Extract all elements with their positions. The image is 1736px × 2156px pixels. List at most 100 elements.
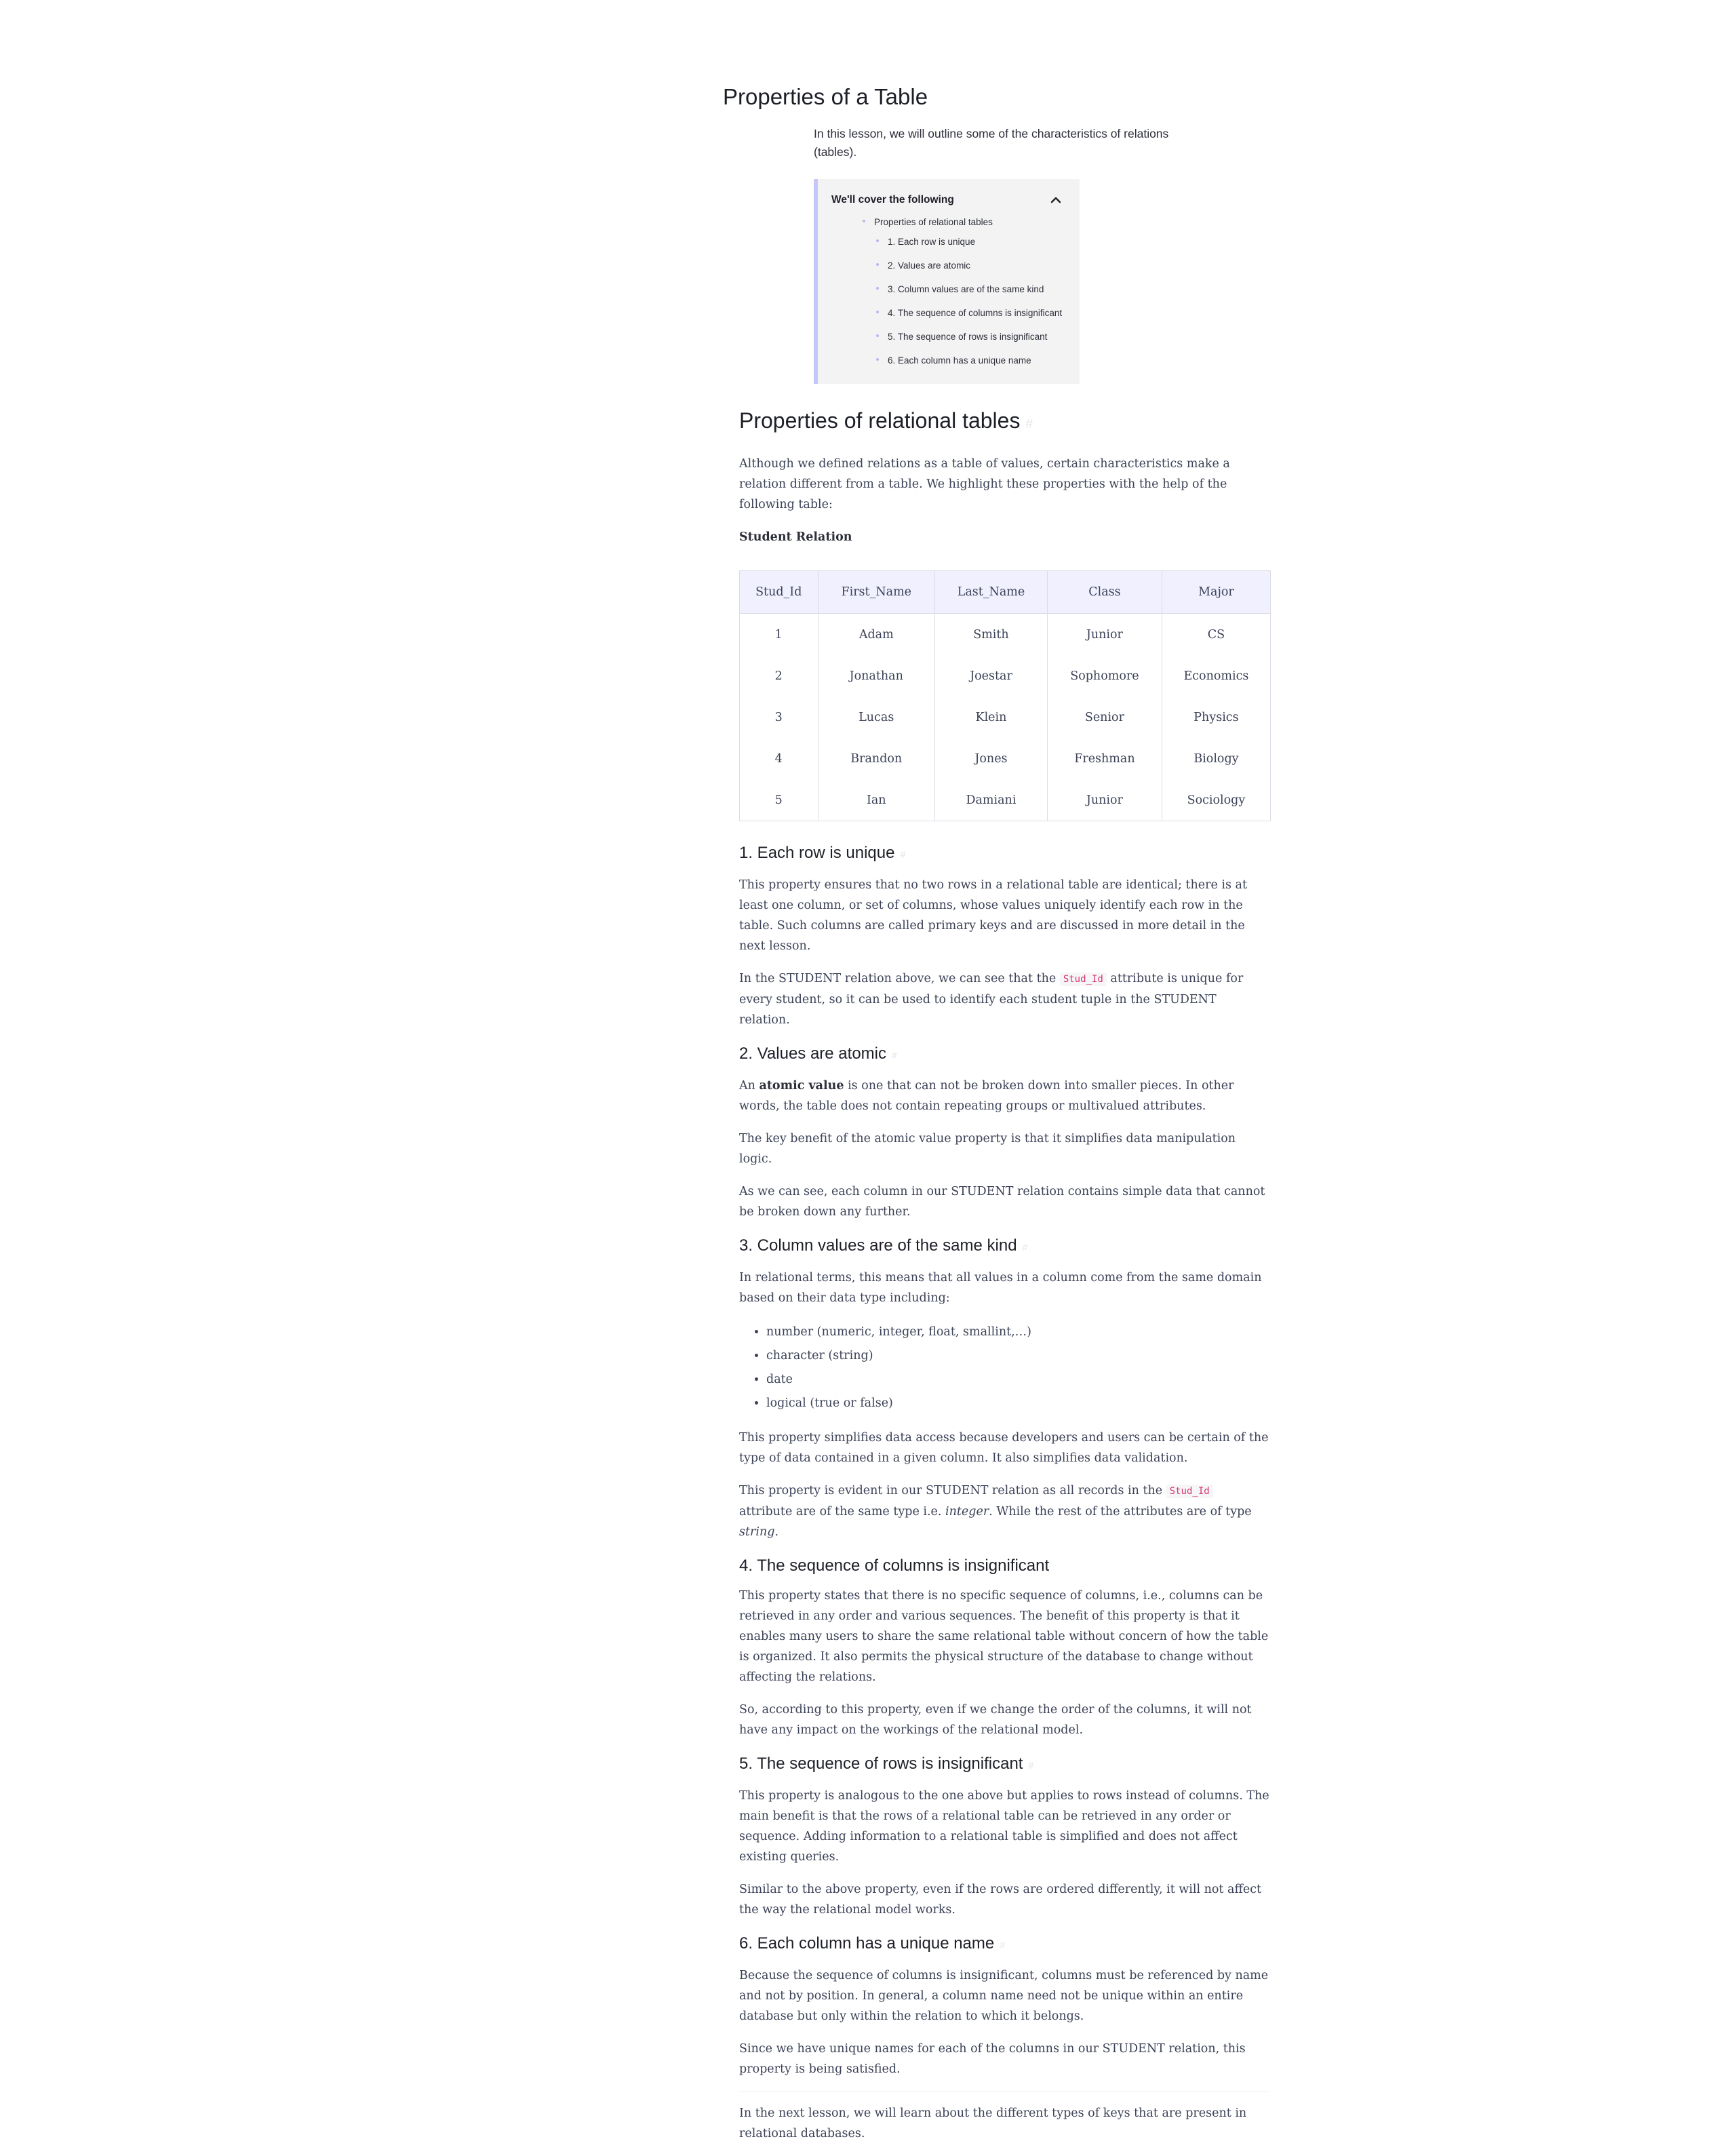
link-icon[interactable]: # bbox=[1025, 417, 1033, 431]
bullet-icon bbox=[876, 263, 879, 267]
link-icon[interactable]: # bbox=[1000, 1940, 1005, 1951]
toc-item-label: 3. Column values are of the same kind bbox=[888, 284, 1044, 294]
bullet-icon bbox=[876, 334, 879, 338]
paragraph: As we can see, each column in our STUDEN… bbox=[739, 1185, 1265, 1219]
section-heading: Properties of relational tables # bbox=[739, 400, 1269, 445]
table-cell: Joestar bbox=[934, 655, 1048, 697]
table-cell: Adam bbox=[817, 613, 935, 655]
column-header: Last_Name bbox=[934, 570, 1048, 614]
table-of-contents: We'll cover the following Properties of … bbox=[814, 179, 1080, 384]
toc-item[interactable]: 6. Each column has a unique name bbox=[876, 353, 1062, 376]
table-cell: CS bbox=[1161, 613, 1271, 655]
list-item: character (string) bbox=[766, 1344, 1269, 1368]
toc-item[interactable]: 3. Column values are of the same kind bbox=[876, 281, 1062, 305]
paragraph: This property simplifies data access bec… bbox=[739, 1431, 1269, 1465]
toc-item[interactable]: 5. The sequence of rows is insignificant bbox=[876, 329, 1062, 353]
list-item: number (numeric, integer, float, smallin… bbox=[766, 1320, 1269, 1344]
column-header: Class bbox=[1046, 570, 1162, 614]
paragraph: Since we have unique names for each of t… bbox=[739, 2042, 1246, 2076]
bullet-icon bbox=[876, 239, 879, 243]
bold-term: atomic value bbox=[759, 1079, 844, 1093]
table-row: 2 Jonathan Joestar Sophomore Economics bbox=[739, 655, 1271, 697]
section-heading-text: Properties of relational tables bbox=[739, 408, 1021, 433]
bullet-icon bbox=[863, 220, 865, 223]
table-cell: 4 bbox=[739, 738, 818, 779]
text-span: . bbox=[774, 1525, 779, 1539]
text-span: This property is evident in our STUDENT … bbox=[739, 1484, 1166, 1497]
table-caption: Student Relation bbox=[739, 530, 852, 544]
paragraph: This property ensures that no two rows i… bbox=[739, 878, 1247, 953]
table-cell: Biology bbox=[1161, 738, 1271, 779]
table-row: 4 Brandon Jones Freshman Biology bbox=[739, 738, 1271, 779]
link-icon[interactable]: # bbox=[1028, 1761, 1033, 1771]
table-cell: Brandon bbox=[817, 738, 935, 779]
inline-code: Stud_Id bbox=[1166, 1485, 1213, 1498]
paragraph: This property states that there is no sp… bbox=[739, 1589, 1269, 1684]
toc-header: We'll cover the following bbox=[831, 190, 1066, 210]
subsection-heading: 2. Values are atomic # bbox=[739, 1042, 1269, 1067]
math-term: integer bbox=[945, 1505, 989, 1518]
text-span: An bbox=[739, 1079, 760, 1093]
table-cell: Physics bbox=[1161, 697, 1271, 738]
link-icon[interactable]: # bbox=[892, 1051, 897, 1061]
bullet-icon bbox=[876, 358, 879, 361]
table-cell: Senior bbox=[1046, 697, 1162, 738]
table-cell: 2 bbox=[739, 655, 818, 697]
paragraph: This property is analogous to the one ab… bbox=[739, 1789, 1269, 1864]
table-cell: Sophomore bbox=[1046, 655, 1162, 697]
paragraph: Because the sequence of columns is insig… bbox=[739, 1969, 1269, 2023]
paragraph: An atomic value is one that can not be b… bbox=[739, 1076, 1269, 1116]
toc-item[interactable]: 1. Each row is unique bbox=[876, 234, 1062, 258]
table-cell: Klein bbox=[934, 697, 1048, 738]
toc-item-section[interactable]: Properties of relational tables bbox=[863, 214, 993, 231]
toc-title: We'll cover the following bbox=[831, 194, 954, 205]
paragraph: Similar to the above property, even if t… bbox=[739, 1883, 1262, 1917]
paragraph: Although we defined relations as a table… bbox=[739, 457, 1230, 511]
paragraph: This property is evident in our STUDENT … bbox=[739, 1481, 1269, 1542]
data-type-list: number (numeric, integer, float, smallin… bbox=[739, 1320, 1269, 1415]
lesson-title: Properties of a Table bbox=[723, 84, 928, 109]
text-span: In the STUDENT relation above, we can se… bbox=[739, 972, 1060, 985]
student-relation-table: Stud_Id First_Name Last_Name Class Major… bbox=[739, 570, 1271, 821]
toc-item[interactable]: 2. Values are atomic bbox=[876, 258, 1062, 281]
lesson-content: Properties of relational tables # Althoug… bbox=[739, 400, 1271, 2156]
paragraph: The key benefit of the atomic value prop… bbox=[739, 1132, 1236, 1166]
table-header-row: Stud_Id First_Name Last_Name Class Major bbox=[739, 570, 1271, 614]
toc-item-label: 4. The sequence of columns is insignific… bbox=[888, 308, 1063, 318]
table-row: 5 Ian Damiani Junior Sociology bbox=[739, 779, 1271, 821]
outro-paragraph: In the next lesson, we will learn about … bbox=[739, 2106, 1247, 2140]
table-cell: Junior bbox=[1046, 613, 1162, 655]
lesson-intro: In this lesson, we will outline some of … bbox=[814, 127, 1169, 159]
table-row: 3 Lucas Klein Senior Physics bbox=[739, 697, 1271, 738]
inline-code: Stud_Id bbox=[1059, 973, 1107, 986]
table-cell: Freshman bbox=[1046, 738, 1162, 779]
column-header: First_Name bbox=[817, 570, 935, 614]
link-icon[interactable]: # bbox=[1023, 1242, 1028, 1253]
subsection-heading-text: 1. Each row is unique bbox=[739, 844, 895, 862]
subsection-heading: 4. The sequence of columns is insignific… bbox=[739, 1554, 1269, 1577]
table-cell: Economics bbox=[1161, 655, 1271, 697]
table-row: 1 Adam Smith Junior CS bbox=[739, 613, 1271, 655]
paragraph: So, according to this property, even if … bbox=[739, 1703, 1252, 1737]
toc-item-label: 6. Each column has a unique name bbox=[888, 355, 1031, 366]
toc-item[interactable]: 4. The sequence of columns is insignific… bbox=[876, 305, 1062, 329]
table-cell: Junior bbox=[1046, 779, 1162, 821]
subsection-heading-text: 2. Values are atomic bbox=[739, 1044, 886, 1063]
toc-item-label: 1. Each row is unique bbox=[888, 237, 976, 247]
subsection-heading: 6. Each column has a unique name # bbox=[739, 1932, 1269, 1957]
bullet-icon bbox=[876, 311, 879, 314]
table-cell: Lucas bbox=[817, 697, 935, 738]
table-cell: Damiani bbox=[934, 779, 1048, 821]
column-header: Major bbox=[1161, 570, 1271, 614]
table-cell: 3 bbox=[739, 697, 818, 738]
toc-item-label: 2. Values are atomic bbox=[888, 260, 971, 271]
chevron-up-icon[interactable] bbox=[1046, 190, 1066, 210]
paragraph: In relational terms, this means that all… bbox=[739, 1271, 1262, 1305]
link-icon[interactable]: # bbox=[900, 850, 905, 861]
paragraph: In the STUDENT relation above, we can se… bbox=[739, 968, 1269, 1030]
subsection-heading-text: 6. Each column has a unique name bbox=[739, 1934, 995, 1953]
table-cell: Jonathan bbox=[817, 655, 935, 697]
text-span: attribute are of the same type i.e. bbox=[739, 1505, 946, 1518]
table-cell: 1 bbox=[739, 613, 818, 655]
table-cell: 5 bbox=[739, 779, 818, 821]
